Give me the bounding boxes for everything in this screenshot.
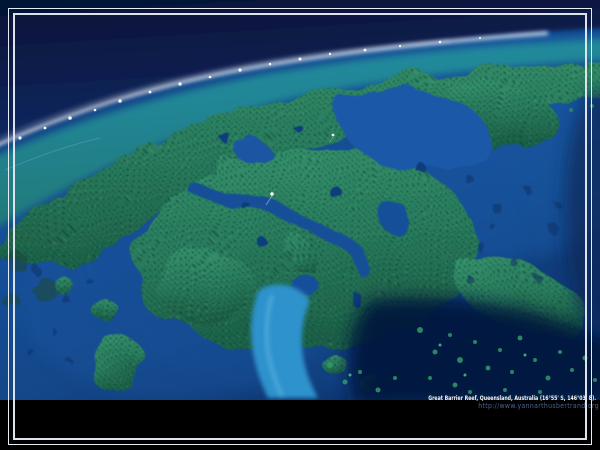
wallpaper: Great Barrier Reef, Queensland, Australi…: [0, 0, 600, 450]
reef-photo-art: [0, 0, 600, 400]
photo-caption: Great Barrier Reef, Queensland, Australi…: [363, 394, 596, 410]
caption-url: http://www.yannarthusbertrand.org: [391, 402, 599, 410]
caption-title: Great Barrier Reef, Queensland, Australi…: [428, 394, 596, 402]
reef-photo: [0, 0, 600, 400]
